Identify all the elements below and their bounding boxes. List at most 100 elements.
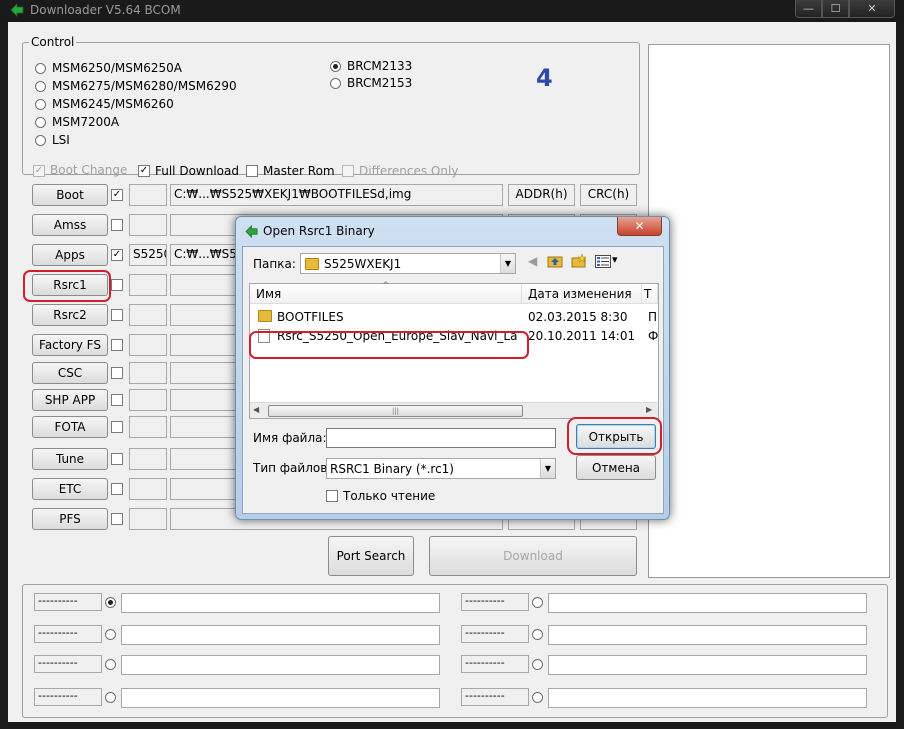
- control-radio[interactable]: [35, 81, 46, 92]
- filetype-label: Тип файлов:: [253, 461, 332, 475]
- master-rom-checkbox[interactable]: [246, 165, 258, 177]
- port-radio-left[interactable]: [105, 597, 116, 608]
- back-icon[interactable]: ◀: [528, 254, 537, 268]
- row-button[interactable]: Factory FS: [32, 334, 108, 356]
- port-status-left: ----------: [34, 593, 102, 611]
- boot-change-label: Boot Change: [50, 163, 128, 177]
- view-menu-icon[interactable]: [595, 255, 611, 268]
- filename-input[interactable]: [326, 428, 556, 448]
- row-button[interactable]: Amss: [32, 214, 108, 236]
- port-field-left[interactable]: [121, 688, 440, 708]
- folder-icon: [305, 257, 319, 270]
- row-checkbox[interactable]: [111, 513, 123, 525]
- port-field-right[interactable]: [548, 593, 867, 613]
- boot-change-checkbox[interactable]: ✓: [33, 165, 45, 177]
- control-radio[interactable]: [35, 117, 46, 128]
- row-button[interactable]: Boot: [32, 184, 108, 206]
- title-bar[interactable]: Downloader V5.64 BCOM — ☐ ✕: [0, 0, 904, 22]
- close-button[interactable]: ✕: [849, 0, 895, 18]
- scroll-left-icon[interactable]: ◀: [253, 405, 259, 414]
- port-radio-right[interactable]: [532, 692, 543, 703]
- control-radio[interactable]: [35, 99, 46, 110]
- row-button[interactable]: Rsrc2: [32, 304, 108, 326]
- dialog-close-button[interactable]: ✕: [617, 217, 662, 236]
- row-checkbox[interactable]: [111, 279, 123, 291]
- row-checkbox[interactable]: [111, 367, 123, 379]
- column-header-type[interactable]: Т: [642, 284, 658, 304]
- row-checkbox[interactable]: [111, 219, 123, 231]
- port-search-button[interactable]: Port Search: [328, 536, 414, 576]
- folder-select[interactable]: S525WXEKJ1 ▼: [300, 253, 516, 274]
- control-radio[interactable]: [330, 61, 341, 72]
- port-status-right: ----------: [461, 655, 529, 673]
- port-field-right[interactable]: [548, 625, 867, 645]
- row-code-field[interactable]: [129, 478, 167, 500]
- row-code-field[interactable]: [129, 214, 167, 236]
- readonly-checkbox[interactable]: [326, 490, 338, 502]
- port-radio-left[interactable]: [105, 692, 116, 703]
- port-radio-right[interactable]: [532, 659, 543, 670]
- scroll-right-icon[interactable]: ▶: [646, 405, 652, 414]
- download-button[interactable]: Download: [429, 536, 637, 576]
- port-status-right: ----------: [461, 593, 529, 611]
- row-code-field[interactable]: [129, 416, 167, 438]
- row-button[interactable]: SHP APP: [32, 389, 108, 411]
- differences-only-checkbox[interactable]: [342, 165, 354, 177]
- row-checkbox[interactable]: [111, 339, 123, 351]
- control-radio[interactable]: [35, 63, 46, 74]
- maximize-button[interactable]: ☐: [822, 0, 849, 18]
- row-checkbox[interactable]: [111, 453, 123, 465]
- folder-label: Папка:: [253, 257, 296, 271]
- sort-indicator-icon: ^: [382, 281, 390, 291]
- filetype-select[interactable]: RSRC1 Binary (*.rc1) ▼: [326, 458, 556, 479]
- row-checkbox[interactable]: ✓: [111, 249, 123, 261]
- row-code-field[interactable]: [129, 362, 167, 384]
- row-code-field[interactable]: [129, 304, 167, 326]
- readonly-label: Только чтение: [343, 489, 436, 503]
- row-code-field[interactable]: [129, 508, 167, 530]
- row-code-field[interactable]: [129, 274, 167, 296]
- file-row[interactable]: BOOTFILES 02.03.2015 8:30 П: [250, 308, 658, 326]
- row-code-field[interactable]: [129, 334, 167, 356]
- control-radio[interactable]: [35, 135, 46, 146]
- row-button[interactable]: Apps: [32, 244, 108, 266]
- row-button[interactable]: ETC: [32, 478, 108, 500]
- master-rom-label: Master Rom: [263, 164, 335, 178]
- port-radio-right[interactable]: [532, 597, 543, 608]
- new-folder-icon[interactable]: [571, 253, 587, 269]
- port-field-right[interactable]: [548, 655, 867, 675]
- scroll-thumb[interactable]: |||: [268, 405, 523, 417]
- port-radio-left[interactable]: [105, 659, 116, 670]
- row-code-field[interactable]: [129, 184, 167, 206]
- row-button[interactable]: Tune: [32, 448, 108, 470]
- log-panel[interactable]: [648, 44, 890, 578]
- port-field-left[interactable]: [121, 593, 440, 613]
- open-button-highlight: [567, 417, 662, 455]
- row-checkbox[interactable]: [111, 394, 123, 406]
- port-radio-left[interactable]: [105, 629, 116, 640]
- port-field-left[interactable]: [121, 625, 440, 645]
- dialog-title: Open Rsrc1 Binary: [263, 224, 375, 238]
- row-path-field[interactable]: C:₩...₩S525₩XEKJ1₩BOOTFILESd,img: [170, 184, 503, 206]
- row-code-field[interactable]: [129, 448, 167, 470]
- row-checkbox[interactable]: ✓: [111, 189, 123, 201]
- port-field-left[interactable]: [121, 655, 440, 675]
- control-radio[interactable]: [330, 78, 341, 89]
- row-checkbox[interactable]: [111, 309, 123, 321]
- row-code-field[interactable]: S5250: [129, 244, 167, 266]
- row-button[interactable]: CSC: [32, 362, 108, 384]
- view-menu-arrow-icon[interactable]: ▾: [612, 253, 618, 266]
- minimize-button[interactable]: —: [795, 0, 822, 18]
- row-code-field[interactable]: [129, 389, 167, 411]
- row-button[interactable]: FOTA: [32, 416, 108, 438]
- full-download-checkbox[interactable]: ✓: [138, 165, 150, 177]
- row-checkbox[interactable]: [111, 483, 123, 495]
- port-radio-right[interactable]: [532, 629, 543, 640]
- horizontal-scrollbar[interactable]: ◀ ||| ▶: [250, 402, 658, 418]
- column-header-date[interactable]: Дата изменения: [522, 284, 642, 304]
- up-folder-icon[interactable]: [547, 254, 563, 269]
- port-field-right[interactable]: [548, 688, 867, 708]
- cancel-button[interactable]: Отмена: [576, 455, 656, 480]
- row-checkbox[interactable]: [111, 421, 123, 433]
- row-button[interactable]: PFS: [32, 508, 108, 530]
